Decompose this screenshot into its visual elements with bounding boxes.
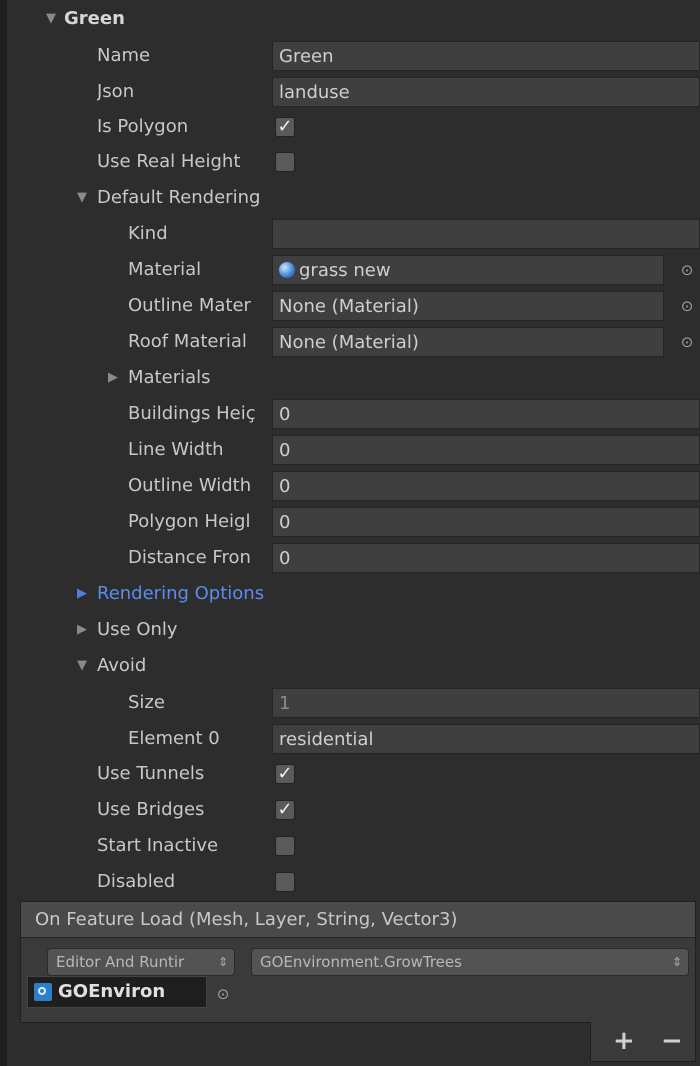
use-bridges-row: Use Bridges ✓ [0,792,700,828]
distance-from-field[interactable]: 0 [272,543,700,573]
avoid-foldout[interactable]: ▼ Avoid [0,648,700,684]
is-polygon-label: Is Polygon [97,116,189,137]
use-bridges-label: Use Bridges [97,799,205,820]
checkmark-icon: ✓ [277,763,293,784]
kind-row: Kind [0,216,700,252]
triangle-right-icon: ▶ [77,586,87,601]
object-picker-icon[interactable]: ⊙ [214,983,232,1005]
outline-width-field[interactable]: 0 [272,471,700,501]
target-object-field[interactable]: GOEnviron [27,976,207,1008]
default-rendering-label: Default Rendering [97,187,261,208]
outline-material-label: Outline Mater [128,295,251,316]
use-tunnels-label: Use Tunnels [97,763,205,784]
use-only-foldout[interactable]: ▶ Use Only [0,612,700,648]
use-tunnels-checkbox[interactable]: ✓ [275,764,295,784]
outline-material-field[interactable]: None (Material) [272,291,664,321]
size-field[interactable]: 1 [272,688,700,718]
rendering-options-foldout[interactable]: ▶ Rendering Options [0,576,700,612]
json-field[interactable]: landuse [272,77,700,107]
inspector-panel: ▼ Green Name Green Json landuse Is Polyg… [0,0,700,1066]
triangle-down-icon: ▼ [77,658,87,673]
avoid-element-row: Element 0 residential [0,721,700,757]
line-width-row: Line Width 0 [0,432,700,468]
materials-foldout[interactable]: ▶ Materials [0,360,700,396]
triangle-down-icon: ▼ [46,11,56,26]
checkmark-icon: ✓ [277,116,293,137]
runtime-mode-dropdown[interactable]: Editor And Runtir ⇕ [47,948,235,976]
outline-width-row: Outline Width 0 [0,468,700,504]
name-label: Name [97,45,151,66]
object-picker-icon[interactable]: ⊙ [678,331,696,353]
function-value: GOEnvironment.GrowTrees [260,953,462,971]
materials-label: Materials [128,367,211,388]
kind-label: Kind [128,223,168,244]
event-footer: + − [590,1022,696,1062]
polygon-height-label: Polygon Heigl [128,511,251,532]
checkmark-icon: ✓ [277,799,293,820]
material-value: grass new [299,260,391,281]
start-inactive-row: Start Inactive [0,828,700,864]
material-sphere-icon [279,262,295,278]
material-field[interactable]: grass new [272,255,664,285]
remove-listener-button[interactable]: − [661,1026,683,1056]
distance-from-row: Distance Fron 0 [0,540,700,576]
updown-arrows-icon: ⇕ [671,955,682,969]
outline-width-label: Outline Width [128,475,252,496]
runtime-mode-value: Editor And Runtir [56,953,185,971]
buildings-height-label: Buildings Heiç [128,403,256,424]
avoid-label: Avoid [97,655,147,676]
roof-material-label: Roof Material [128,331,247,352]
default-rendering-foldout[interactable]: ▼ Default Rendering [0,180,700,216]
function-dropdown[interactable]: GOEnvironment.GrowTrees ⇕ [251,948,689,976]
size-label: Size [128,692,165,713]
object-picker-icon[interactable]: ⊙ [678,259,696,281]
event-header: On Feature Load (Mesh, Layer, String, Ve… [21,902,695,938]
json-row: Json landuse [0,74,700,110]
disabled-row: Disabled [0,864,700,900]
json-label: Json [97,81,135,102]
triangle-right-icon: ▶ [108,370,118,385]
target-object-value: GOEnviron [58,981,166,1002]
kind-dropdown[interactable] [272,219,700,249]
element0-label: Element 0 [128,728,220,749]
polygon-height-field[interactable]: 0 [272,507,700,537]
updown-arrows-icon: ⇕ [217,955,228,969]
roof-material-row: Roof Material None (Material) ⊙ [0,324,700,360]
triangle-right-icon: ▶ [77,622,87,637]
use-real-height-row: Use Real Height [0,144,700,180]
roof-material-field[interactable]: None (Material) [272,327,664,357]
material-row: Material grass new ⊙ [0,252,700,288]
name-row: Name Green [0,38,700,74]
line-width-label: Line Width [128,439,224,460]
object-picker-icon[interactable]: ⊙ [678,295,696,317]
disabled-label: Disabled [97,871,176,892]
use-tunnels-row: Use Tunnels ✓ [0,756,700,792]
use-bridges-checkbox[interactable]: ✓ [275,800,295,820]
green-foldout[interactable]: ▼ Green [0,1,700,37]
rendering-options-label: Rendering Options [97,583,265,604]
green-header-label: Green [64,8,125,29]
material-label: Material [128,259,202,280]
element0-field[interactable]: residential [272,724,700,754]
is-polygon-checkbox[interactable]: ✓ [275,117,295,137]
buildings-height-field[interactable]: 0 [272,399,700,429]
buildings-height-row: Buildings Heiç 0 [0,396,700,432]
use-real-height-checkbox[interactable] [275,152,295,172]
polygon-height-row: Polygon Heigl 0 [0,504,700,540]
use-real-height-label: Use Real Height [97,151,241,172]
start-inactive-label: Start Inactive [97,835,219,856]
outline-material-row: Outline Mater None (Material) ⊙ [0,288,700,324]
name-field[interactable]: Green [272,41,700,71]
avoid-size-row: Size 1 [0,685,700,721]
is-polygon-row: Is Polygon ✓ [0,109,700,145]
start-inactive-checkbox[interactable] [275,836,295,856]
distance-from-label: Distance Fron [128,547,251,568]
use-only-label: Use Only [97,619,178,640]
script-icon [34,983,52,1001]
disabled-checkbox[interactable] [275,872,295,892]
triangle-down-icon: ▼ [77,190,87,205]
add-listener-button[interactable]: + [613,1026,635,1056]
line-width-field[interactable]: 0 [272,435,700,465]
